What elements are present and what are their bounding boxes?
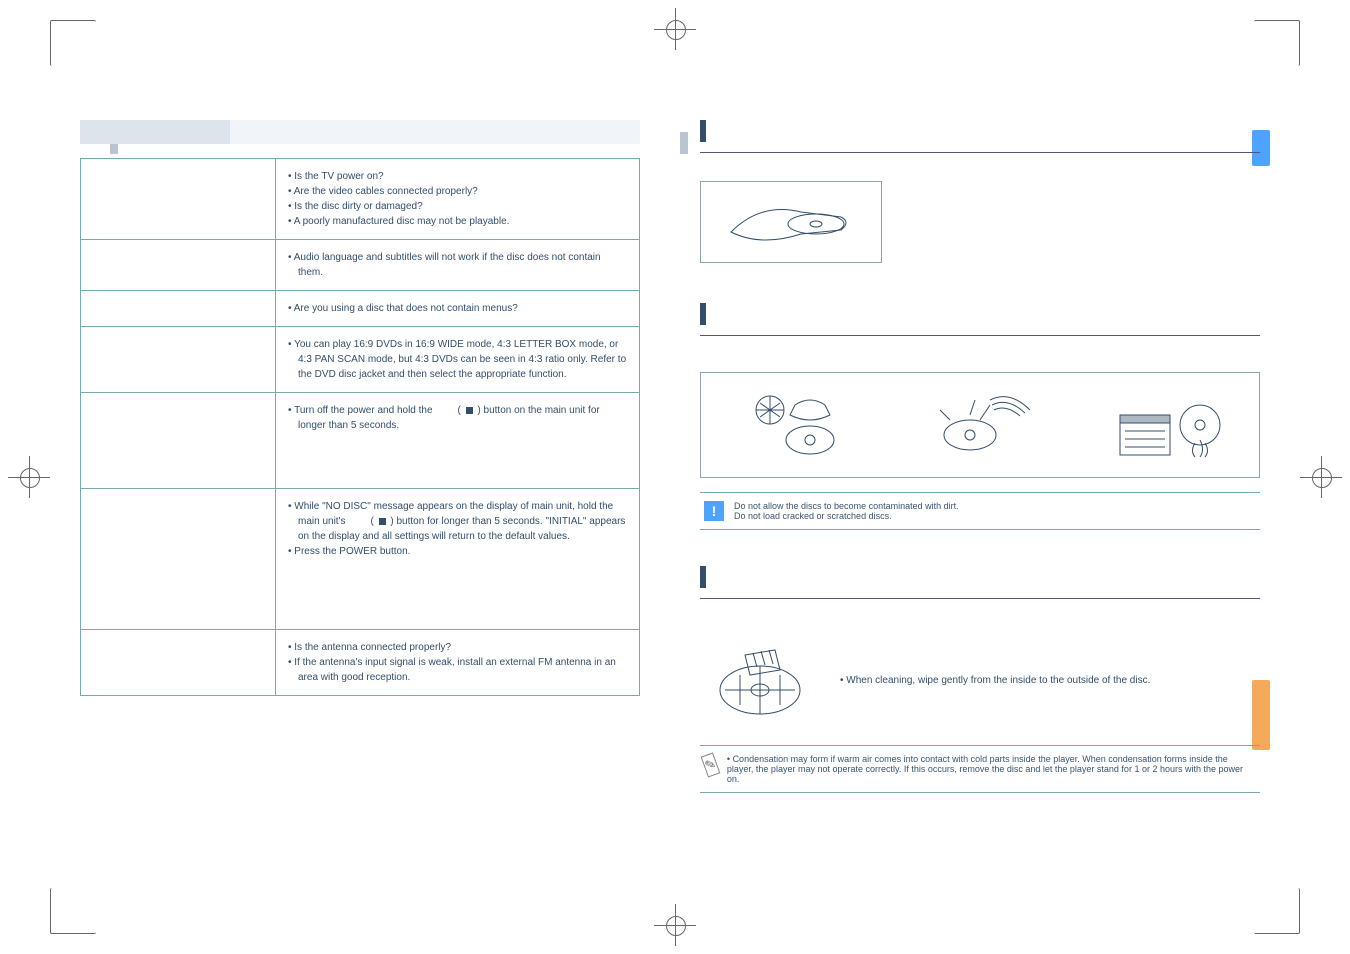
section-handling — [700, 120, 1260, 263]
caution-icon: ! — [704, 501, 724, 521]
note-text: Condensation may form if warm air comes … — [727, 754, 1243, 784]
hand-disc-illustration — [700, 181, 882, 263]
table-row-symptom — [81, 393, 276, 489]
table-row-check: • Is the antenna connected properly?• If… — [276, 630, 640, 696]
table-row-symptom — [81, 240, 276, 291]
note-box: ✎ • Condensation may form if warm air co… — [700, 745, 1260, 793]
section-storage: ! Do not allow the discs to become conta… — [700, 303, 1260, 530]
table-row-check: • You can play 16:9 DVDs in 16:9 WIDE mo… — [276, 327, 640, 393]
table-row-symptom — [81, 327, 276, 393]
caution-box: ! Do not allow the discs to become conta… — [700, 492, 1260, 530]
storage-illustrations — [700, 372, 1260, 478]
table-row-symptom — [81, 291, 276, 327]
troubleshooting-table: • Is the TV power on?• Are the video cab… — [80, 158, 640, 696]
note-icon: ✎ — [701, 752, 721, 777]
table-row-check: • Turn off the power and hold the ( ) bu… — [276, 393, 640, 489]
table-row-check: • While "NO DISC" message appears on the… — [276, 489, 640, 630]
left-title-bar — [80, 120, 640, 144]
table-row-check: • Is the TV power on?• Are the video cab… — [276, 159, 640, 240]
section-cleaning: • When cleaning, wipe gently from the in… — [700, 566, 1260, 793]
table-row-symptom — [81, 159, 276, 240]
table-row-symptom — [81, 630, 276, 696]
caution-line-1: Do not allow the discs to become contami… — [734, 501, 959, 511]
table-row-check: • Are you using a disc that does not con… — [276, 291, 640, 327]
caution-line-2: Do not load cracked or scratched discs. — [734, 511, 959, 521]
table-row-symptom — [81, 489, 276, 630]
cleaning-text: When cleaning, wipe gently from the insi… — [846, 675, 1150, 686]
table-row-check: • Audio language and subtitles will not … — [276, 240, 640, 291]
